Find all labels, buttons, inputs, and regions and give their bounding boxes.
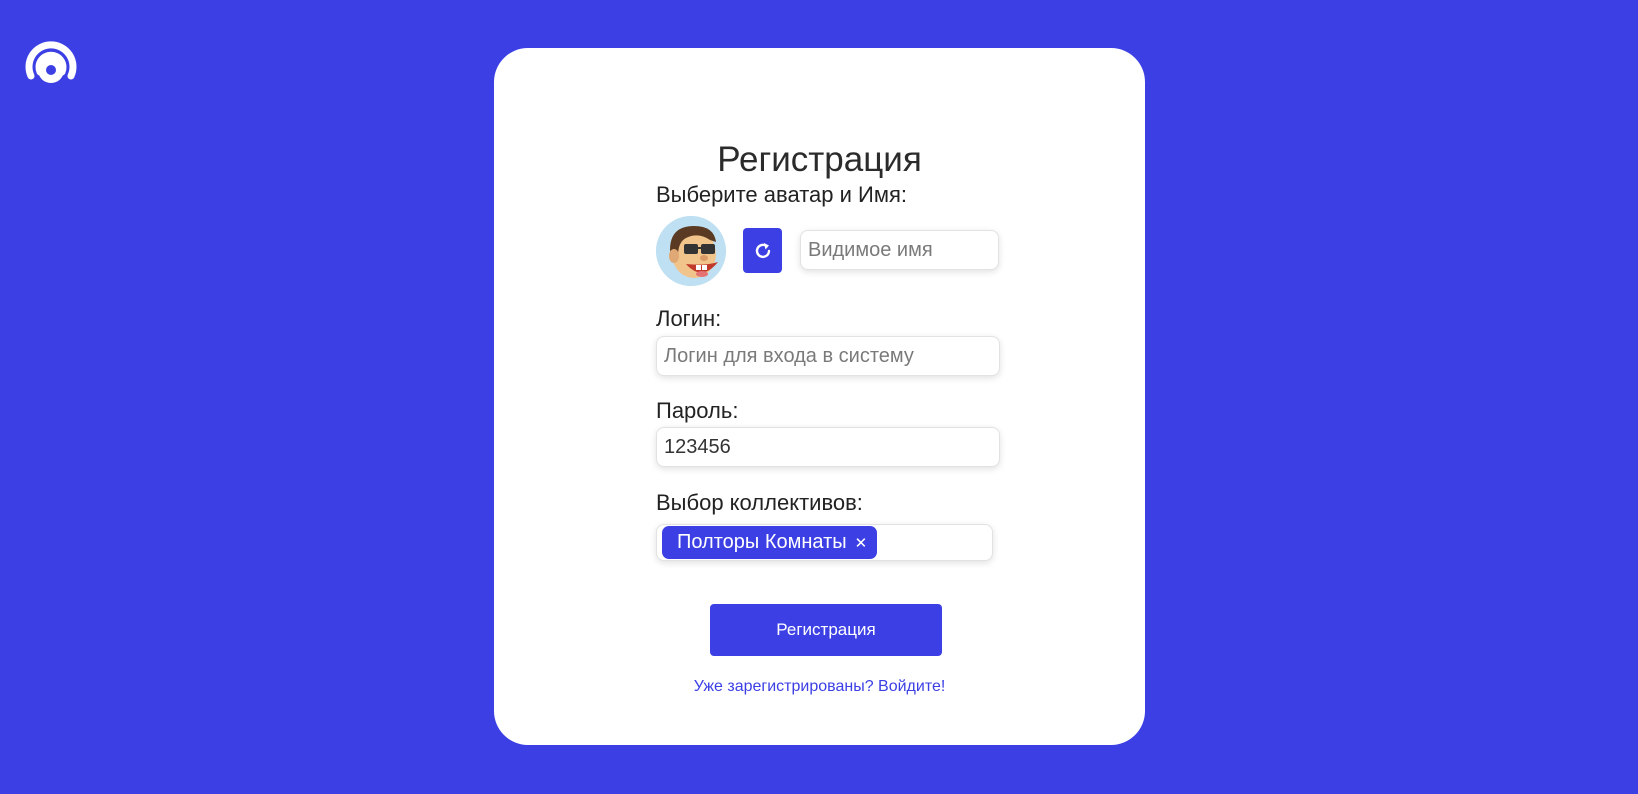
app-logo[interactable] — [23, 26, 79, 88]
password-input[interactable] — [656, 427, 1000, 467]
login-input[interactable] — [656, 336, 1000, 376]
login-link[interactable]: Уже зарегистрированы? Войдите! — [494, 678, 1145, 696]
refresh-avatar-button[interactable] — [743, 228, 782, 273]
cartoon-avatar-icon — [656, 216, 726, 286]
register-button[interactable]: Регистрация — [710, 604, 942, 656]
password-label: Пароль: — [656, 398, 739, 423]
close-icon[interactable]: ✕ — [855, 534, 868, 552]
team-tag: Полторы Комнаты ✕ — [662, 526, 878, 559]
team-tag-label: Полторы Комнаты — [677, 531, 847, 553]
login-label: Логин: — [656, 306, 722, 331]
avatar[interactable] — [656, 216, 726, 286]
wifi-ring-logo-icon — [25, 41, 77, 83]
teams-select[interactable]: Полторы Комнаты ✕ — [656, 524, 993, 561]
page-title: Регистрация — [717, 140, 922, 179]
refresh-icon — [755, 242, 770, 258]
avatar-label: Выберите аватар и Имя: — [656, 182, 907, 207]
teams-label: Выбор коллективов: — [656, 490, 863, 515]
display-name-input[interactable] — [800, 230, 999, 270]
registration-card: Регистрация Выберите аватар и Имя: Видим… — [494, 48, 1145, 745]
